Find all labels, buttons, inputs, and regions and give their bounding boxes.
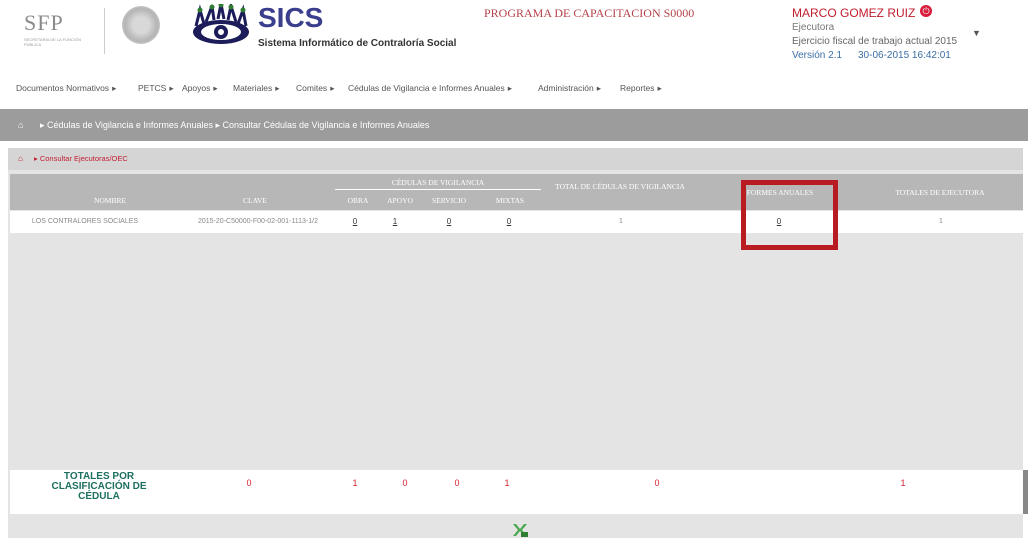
total-apoyo: 0 [402,478,408,488]
national-seal-icon [122,6,160,44]
table-row: LOS CONTRALORES SOCIALES 2015-20-C50000-… [10,211,1023,233]
power-icon[interactable]: ⏻ [920,5,932,17]
total-mixtas: 1 [504,478,510,488]
total-obra: 1 [352,478,358,488]
menu-item-apoyos[interactable]: Apoyos ▸ [182,83,218,94]
datetime-label: 30-06-2015 16:42:01 [858,50,951,61]
chevron-down-icon[interactable]: ▼ [972,28,981,38]
highlight-annotation [741,180,838,250]
excel-export-icon[interactable] [511,522,529,538]
chevron-right-icon: ▸ [657,83,662,93]
col-obra: OBRA [347,196,369,205]
sics-eye-logo-icon [193,4,249,44]
chevron-right-icon: ▸ [330,83,335,93]
cell-total-cedulas: 1 [619,218,623,225]
main-menu: Documentos Normativos ▸ PETCS ▸ Apoyos ▸ Ma… [0,76,1028,100]
user-name[interactable]: MARCO GOMEZ RUIZ [792,6,915,20]
menu-item-cedulas[interactable]: Cédulas de Vigilancia e Informes Anuales… [348,83,512,94]
fiscal-year: Ejercicio fiscal de trabajo actual 2015 [792,36,958,47]
sfp-logo-text: SFP [24,10,64,35]
sub-breadcrumb-text[interactable]: ▸ Consultar Ejecutoras/OEC [34,154,128,163]
cell-servicio-link[interactable]: 0 [442,217,456,226]
cell-obra-link[interactable]: 0 [348,217,362,226]
col-mixtas: MIXTAS [495,196,525,205]
total-clave: 0 [246,478,252,488]
sfp-logo-subtitle: SECRETARÍA DE LA FUNCIÓN PÚBLICA [24,37,81,47]
total-ejecutora: 1 [900,478,906,488]
scrollbar[interactable] [1023,470,1028,514]
menu-item-administracion[interactable]: Administración ▸ [538,83,601,94]
sfp-logo: SFP SECRETARÍA DE LA FUNCIÓN PÚBLICA [18,10,96,47]
chevron-right-icon: ▸ [169,83,174,93]
col-clave: CLAVE [242,196,268,205]
totals-label: TOTALES POR CLASIFICACIÓN DE CÉDULA [51,471,147,502]
breadcrumb: ⌂ ▸ Cédulas de Vigilancia e Informes Anu… [0,109,1028,141]
home-icon[interactable]: ⌂ [18,154,23,163]
chevron-right-icon: ▸ [596,83,602,93]
table-header: NOMBRE CLAVE CÉDULAS DE VIGILANCIA OBRA … [10,174,1023,210]
col-apoyo: APOYO [387,196,413,205]
menu-item-petcs[interactable]: PETCS ▸ [138,83,174,94]
totals-row: TOTALES POR CLASIFICACIÓN DE CÉDULA 0 1 … [10,470,1023,514]
header-divider [335,189,541,190]
app-subtitle: Sistema Informático de Contraloría Socia… [258,38,457,49]
chevron-right-icon: ▸ [275,83,280,93]
home-icon[interactable]: ⌂ [18,120,23,130]
col-nombre: NOMBRE [93,196,127,205]
app-header: SFP SECRETARÍA DE LA FUNCIÓN PÚBLICA SIC… [0,0,1028,72]
user-role: Ejecutora [792,22,835,33]
cell-apoyo-link[interactable]: 1 [388,217,402,226]
col-servicio: SERVICIO [432,196,466,205]
version-label: Versión 2.1 [792,50,843,61]
cell-clave: 2015-20-C50000-F00-02-001-1113-1/2 [198,218,318,225]
col-cedulas-group: CÉDULAS DE VIGILANCIA [391,178,485,187]
chevron-right-icon: ▸ [213,83,218,93]
menu-item-reportes[interactable]: Reportes ▸ [620,83,662,94]
header-divider [104,8,105,54]
app-title: SICS [258,2,324,33]
col-totales-ejecutora: TOTALES DE EJECUTORA [895,188,985,197]
col-total-cedulas: TOTAL DE CÉDULAS DE VIGILANCIA [555,182,685,191]
menu-item-materiales[interactable]: Materiales ▸ [233,83,280,94]
cell-totales-ejecutora: 1 [939,218,943,225]
total-cedulas: 0 [654,478,660,488]
menu-item-documentos[interactable]: Documentos Normativos ▸ [16,83,116,94]
programa-title: PROGRAMA DE CAPACITACION S0000 [484,6,695,20]
breadcrumb-text[interactable]: ▸ Cédulas de Vigilancia e Informes Anual… [40,120,429,131]
total-servicio: 0 [454,478,460,488]
chevron-right-icon: ▸ [507,83,512,93]
chevron-right-icon: ▸ [112,83,117,93]
menu-item-comites[interactable]: Comites ▸ [296,83,334,94]
cell-nombre: LOS CONTRALORES SOCIALES [31,218,139,225]
sub-breadcrumb: ⌂ ▸ Consultar Ejecutoras/OEC [8,148,1023,170]
cell-mixtas-link[interactable]: 0 [502,217,516,226]
